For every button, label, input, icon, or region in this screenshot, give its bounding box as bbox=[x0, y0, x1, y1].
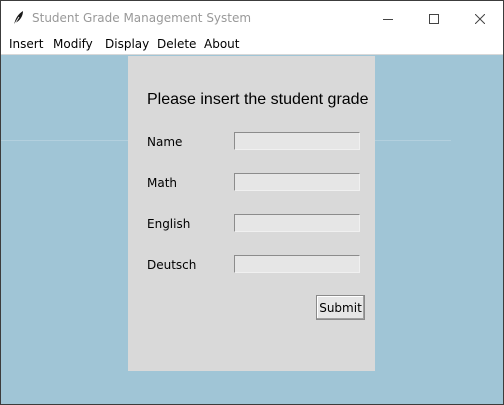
menu-modify[interactable]: Modify bbox=[53, 37, 93, 51]
menu-delete[interactable]: Delete bbox=[157, 37, 196, 51]
menu-display[interactable]: Display bbox=[105, 37, 149, 51]
math-input[interactable] bbox=[234, 173, 360, 191]
math-label: Math bbox=[147, 176, 178, 190]
menu-bar: Insert Modify Display Delete About bbox=[1, 35, 503, 55]
feather-icon bbox=[11, 10, 25, 26]
maximize-icon bbox=[429, 9, 439, 28]
english-input[interactable] bbox=[234, 214, 360, 232]
title-bar[interactable]: Student Grade Management System bbox=[1, 1, 503, 35]
deutsch-input[interactable] bbox=[234, 255, 360, 273]
name-input[interactable] bbox=[234, 132, 360, 150]
window-title: Student Grade Management System bbox=[32, 11, 252, 25]
name-label: Name bbox=[147, 135, 183, 149]
menu-insert[interactable]: Insert bbox=[9, 37, 43, 51]
close-icon bbox=[474, 9, 486, 28]
minimize-icon bbox=[383, 9, 393, 28]
app-window: Student Grade Management System Insert M… bbox=[0, 0, 504, 405]
menu-about[interactable]: About bbox=[204, 37, 239, 51]
deutsch-label: Deutsch bbox=[147, 258, 197, 272]
minimize-button[interactable] bbox=[365, 1, 411, 35]
insert-grade-form: Please insert the student grade Name Mat… bbox=[128, 56, 375, 371]
form-heading: Please insert the student grade bbox=[147, 91, 369, 108]
maximize-button[interactable] bbox=[411, 1, 457, 35]
close-button[interactable] bbox=[457, 1, 503, 35]
submit-button[interactable]: Submit bbox=[316, 295, 365, 320]
english-label: English bbox=[147, 217, 191, 231]
